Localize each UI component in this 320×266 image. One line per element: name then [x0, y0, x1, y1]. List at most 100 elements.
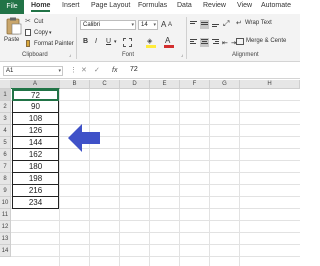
column-header-d[interactable]: D: [120, 80, 150, 89]
cell-a3[interactable]: 108: [12, 113, 59, 125]
copy-button[interactable]: Copy ▾: [25, 29, 59, 38]
cell-a4[interactable]: 126: [12, 125, 59, 137]
orientation-icon[interactable]: ⤢: [223, 19, 229, 29]
font-name-value: Calibri: [83, 22, 101, 28]
cell-a1[interactable]: 72: [12, 89, 59, 101]
tab-formulas[interactable]: Formulas: [138, 2, 167, 9]
underline-button[interactable]: U: [106, 38, 111, 45]
format-painter-button[interactable]: Format Painter: [25, 40, 74, 49]
row-header[interactable]: 6: [0, 149, 11, 161]
decrease-indent-icon[interactable]: ⇤: [222, 39, 228, 47]
chevron-down-icon: ▾: [153, 22, 156, 28]
row-header[interactable]: 3: [0, 113, 11, 125]
increase-font-icon[interactable]: A: [161, 20, 166, 29]
column-header-b[interactable]: B: [60, 80, 90, 89]
cell-a9[interactable]: 216: [12, 185, 59, 197]
wrap-text-label: Wrap Text: [245, 20, 272, 26]
gridline: [11, 244, 300, 245]
cut-label: Cut: [34, 19, 44, 25]
font-size-select[interactable]: 14 ▾: [138, 20, 158, 30]
row-header[interactable]: 2: [0, 101, 11, 113]
gridline: [179, 89, 180, 266]
formula-bar-options-icon[interactable]: ⋮: [70, 66, 77, 74]
font-name-select[interactable]: Calibri ▾: [80, 20, 136, 30]
row-header[interactable]: 4: [0, 125, 11, 137]
gridline: [11, 256, 300, 257]
cell-a8[interactable]: 198: [12, 173, 59, 185]
underline-dropdown-icon[interactable]: ▾: [114, 39, 117, 45]
row-header[interactable]: 1: [0, 89, 11, 101]
row-header[interactable]: 14: [0, 245, 11, 257]
font-size-value: 14: [141, 22, 148, 28]
tab-insert[interactable]: Insert: [62, 2, 80, 9]
cell-a6[interactable]: 162: [12, 149, 59, 161]
row-header[interactable]: 11: [0, 209, 11, 221]
cell-a7[interactable]: 180: [12, 161, 59, 173]
scissors-icon: ✂: [25, 18, 31, 25]
merge-cells-icon: [236, 38, 244, 45]
cell-a10[interactable]: 234: [12, 197, 59, 209]
gridline: [239, 89, 240, 266]
merge-center-button[interactable]: Merge & Cente: [236, 37, 300, 47]
ribbon: Paste ✂ Cut Copy ▾ Format Painter Clipbo…: [0, 14, 300, 62]
gridline: [209, 89, 210, 266]
column-header-e[interactable]: E: [150, 80, 180, 89]
cell-a2[interactable]: 90: [12, 101, 59, 113]
copy-dropdown-icon[interactable]: ▾: [49, 30, 52, 36]
tab-file[interactable]: File: [0, 0, 24, 14]
tab-data[interactable]: Data: [177, 2, 192, 9]
paste-button[interactable]: Paste: [4, 17, 24, 49]
row-header[interactable]: 13: [0, 233, 11, 245]
bold-button[interactable]: B: [83, 38, 88, 45]
enter-icon[interactable]: ✓: [94, 66, 100, 74]
gridline: [59, 89, 60, 266]
worksheet-grid[interactable]: A B C D E F G H 1 2 3 4 5 6 7 8 9 10 11 …: [0, 80, 300, 266]
font-launcher-icon[interactable]: ⌟: [181, 52, 183, 58]
gridline: [149, 89, 150, 266]
cancel-icon[interactable]: ✕: [81, 66, 87, 74]
tab-home[interactable]: Home: [31, 2, 51, 12]
tab-automate[interactable]: Automate: [261, 2, 291, 9]
clipboard-launcher-icon[interactable]: ⌟: [69, 52, 71, 58]
name-box[interactable]: A1 ▾: [3, 66, 63, 76]
column-header-f[interactable]: F: [180, 80, 210, 89]
copy-label: Copy: [34, 30, 49, 36]
row-header[interactable]: 10: [0, 197, 11, 209]
column-header-a[interactable]: A: [11, 80, 60, 89]
cut-button[interactable]: ✂ Cut: [25, 18, 53, 27]
select-all-button[interactable]: [0, 80, 11, 89]
align-right-icon[interactable]: [211, 38, 220, 47]
align-bottom-icon[interactable]: [211, 20, 220, 29]
row-header[interactable]: 8: [0, 173, 11, 185]
row-header[interactable]: 5: [0, 137, 11, 149]
column-header-h[interactable]: H: [240, 80, 300, 89]
italic-button[interactable]: I: [95, 38, 97, 45]
name-box-value: A1: [6, 68, 14, 74]
formula-bar: A1 ▾ ⋮ ✕ ✓ fx 72: [0, 62, 300, 79]
wrap-text-button[interactable]: ↵ Wrap Text: [236, 19, 298, 29]
font-color-icon[interactable]: A: [164, 36, 174, 48]
tab-page-layout[interactable]: Page Layout: [91, 2, 130, 9]
insert-function-button[interactable]: fx: [112, 67, 117, 74]
column-header-c[interactable]: C: [90, 80, 120, 89]
align-left-icon[interactable]: [189, 38, 198, 47]
align-top-icon[interactable]: [189, 20, 198, 29]
tab-view[interactable]: View: [237, 2, 252, 9]
paste-icon: [6, 17, 22, 35]
paste-label: Paste: [4, 37, 20, 43]
formula-input[interactable]: 72: [130, 66, 138, 73]
fill-color-icon[interactable]: ◈: [146, 37, 156, 48]
row-header[interactable]: 9: [0, 185, 11, 197]
row-header[interactable]: 12: [0, 221, 11, 233]
align-center-icon[interactable]: [200, 38, 209, 47]
align-middle-icon[interactable]: [200, 20, 209, 29]
tab-review[interactable]: Review: [203, 2, 226, 9]
column-header-g[interactable]: G: [210, 80, 240, 89]
row-header[interactable]: 7: [0, 161, 11, 173]
gridline: [89, 89, 90, 266]
decrease-font-icon[interactable]: A: [168, 22, 172, 28]
divider: [186, 17, 187, 59]
borders-icon[interactable]: [123, 38, 132, 47]
cell-a5[interactable]: 144: [12, 137, 59, 149]
ribbon-tab-bar: File Home Insert Page Layout Formulas Da…: [0, 0, 300, 14]
